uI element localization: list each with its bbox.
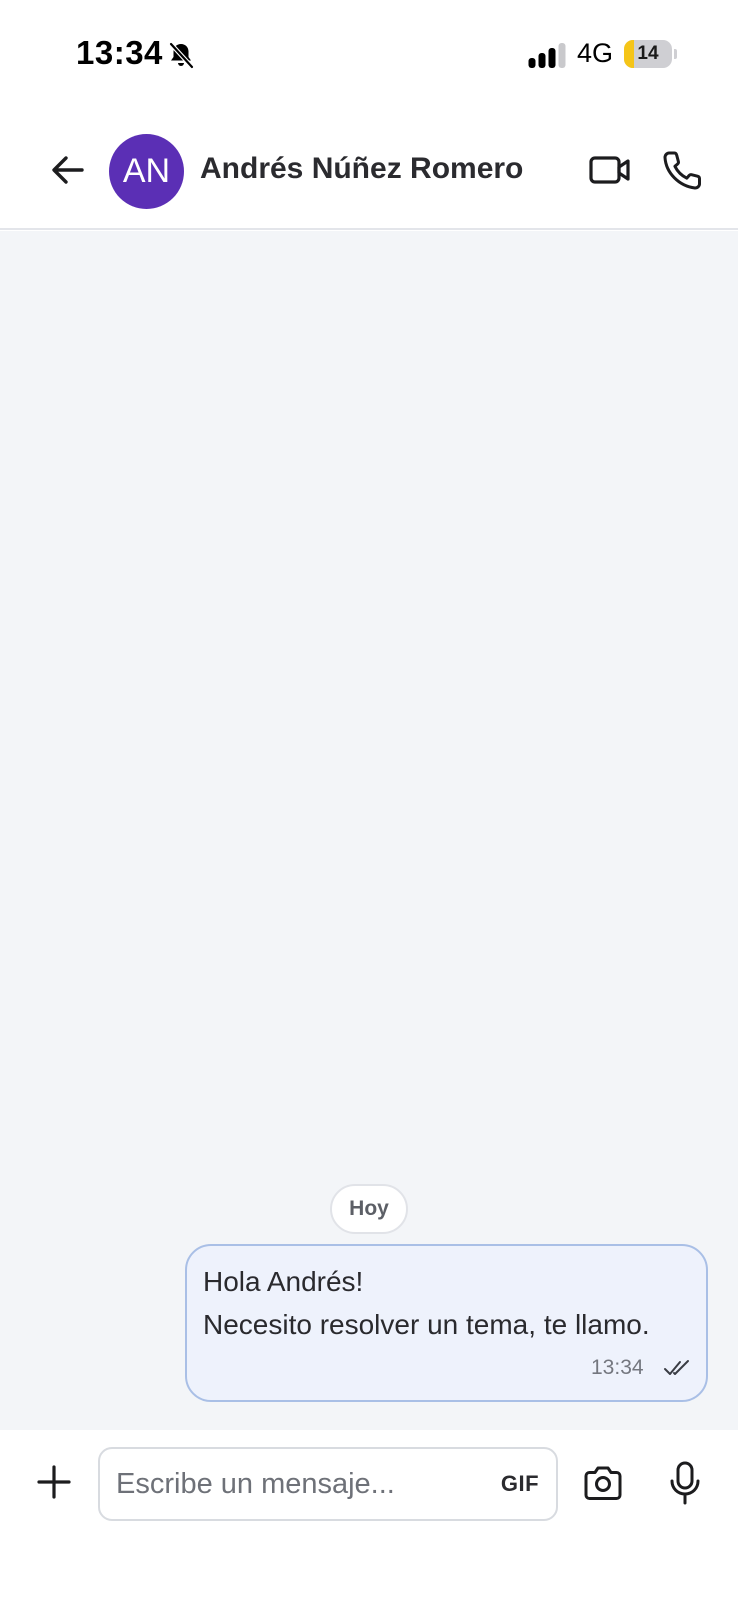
message-composer: GIF [0, 1430, 738, 1600]
network-type: 4G [577, 38, 614, 68]
battery-icon: 14 [624, 40, 677, 68]
message-text-line: Hola Andrés! [203, 1266, 364, 1297]
chat-header: AN Andrés Núñez Romero [0, 110, 738, 230]
message-time: 13:34 [591, 1356, 644, 1379]
battery-body: 14 [624, 40, 672, 68]
arrow-left-icon[interactable] [46, 148, 90, 192]
camera-icon[interactable] [582, 1464, 624, 1502]
status-bar: 13:34 4G 14 [0, 0, 738, 110]
avatar[interactable]: AN [109, 134, 184, 209]
message-text-line: Necesito resolver un tema, te llamo. [203, 1309, 650, 1340]
battery-cap [674, 49, 677, 59]
date-separator: Hoy [330, 1184, 408, 1234]
video-camera-icon[interactable] [588, 150, 632, 190]
phone-icon[interactable] [662, 148, 704, 192]
signal-icon [528, 43, 566, 68]
message-bubble-outgoing[interactable]: Hola Andrés! Necesito resolver un tema, … [185, 1244, 708, 1402]
battery-level: 14 [637, 43, 659, 64]
contact-name[interactable]: Andrés Núñez Romero [200, 152, 523, 186]
gif-button[interactable]: GIF [498, 1469, 542, 1499]
microphone-icon[interactable] [667, 1460, 703, 1506]
double-check-icon [664, 1360, 689, 1375]
chat-area[interactable]: Hoy Hola Andrés! Necesito resolver un te… [0, 231, 738, 1430]
bell-slash-icon [168, 41, 195, 70]
status-time: 13:34 [76, 34, 163, 71]
message-input-box[interactable]: GIF [98, 1447, 558, 1521]
message-input[interactable] [116, 1461, 476, 1507]
plus-icon[interactable] [34, 1462, 74, 1502]
